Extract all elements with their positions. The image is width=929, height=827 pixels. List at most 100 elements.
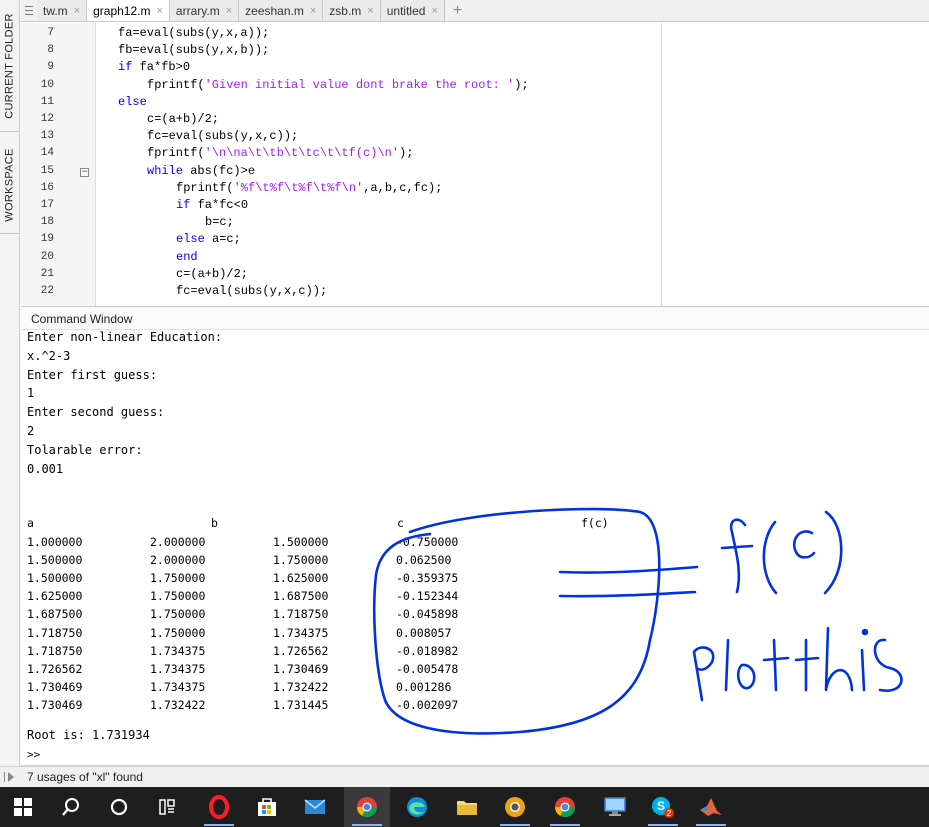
line-number: 13 [40, 130, 54, 143]
table-cell: -0.045898 [396, 607, 459, 622]
tab-menu-icon[interactable] [21, 0, 37, 21]
code-line[interactable]: fprintf('\n\na\t\tb\t\tc\t\tf(c)\n'); [147, 146, 413, 160]
right-margin-line [661, 23, 662, 306]
file-explorer-icon[interactable] [444, 787, 490, 827]
editor-tab-bar: tw.m × graph12.m × arrary.m × zeeshan.m × zsb.m ×… [21, 0, 929, 22]
table-cell: 1.687500 [27, 607, 83, 622]
workspace-label: WORKSPACE [4, 147, 16, 222]
table-cell: -0.005478 [396, 661, 459, 676]
line-number: 22 [40, 285, 54, 297]
line-number-gutter: 7 8 9 10 11 12 13 14 15 16 17 18 19 20 21 22 − [21, 23, 96, 306]
table-cell: 1.726562 [27, 661, 83, 676]
line-number: 17 [40, 199, 54, 211]
tab-label: arrary.m [175, 3, 220, 18]
code-editor[interactable]: 7 8 9 10 11 12 13 14 15 16 17 18 19 20 21 22 − fa=eval(s… [21, 23, 929, 306]
table-cell: -0.359375 [396, 571, 459, 586]
line-number: 19 [40, 233, 54, 246]
tab-label: tw.m [43, 3, 68, 18]
table-cell: 1.625000 [27, 589, 83, 604]
table-cell: -0.018982 [396, 643, 459, 658]
store-icon[interactable] [244, 787, 290, 827]
line-number: 16 [40, 181, 54, 194]
left-sidebar: CURRENT FOLDER WORKSPACE [0, 0, 20, 770]
code-line[interactable]: end [176, 250, 198, 264]
tab-label: zeeshan.m [245, 3, 304, 18]
code-line[interactable]: while abs(fc)>e [147, 164, 255, 178]
command-window-titlebar: Command Window [21, 306, 929, 330]
task-view-icon[interactable] [144, 787, 190, 827]
table-cell: 1.750000 [150, 571, 206, 586]
fold-toggle-icon[interactable]: − [80, 167, 89, 177]
code-line[interactable]: else a=c; [176, 232, 241, 246]
matlab-icon[interactable] [688, 787, 734, 827]
close-tab-icon[interactable]: × [74, 5, 80, 17]
table-cell: 1.750000 [273, 553, 329, 568]
code-line[interactable]: fprintf('%f\t%f\t%f\t%f\n',a,b,c,fc); [176, 181, 442, 195]
svg-text:S: S [657, 799, 665, 813]
expand-triangle-icon[interactable] [8, 772, 14, 782]
cortana-icon[interactable] [96, 787, 142, 827]
table-cell: 1.730469 [27, 679, 83, 694]
table-cell: 1.732422 [273, 679, 329, 694]
code-line[interactable]: fa=eval(subs(y,x,a)); [118, 26, 269, 40]
skype-icon[interactable]: S2 [640, 787, 686, 827]
command-output-line: Enter second guess: [27, 405, 165, 420]
editor-tab[interactable]: tw.m × [37, 0, 88, 21]
chrome-dev-icon[interactable] [492, 787, 538, 827]
code-line[interactable]: if fa*fb>0 [118, 60, 190, 74]
code-line[interactable]: fprintf('Given initial value dont brake … [147, 78, 529, 92]
table-cell: 2.000000 [150, 535, 206, 549]
command-prompt[interactable]: >> [27, 748, 40, 761]
editor-tab[interactable]: graph12.m × [87, 0, 170, 21]
opera-icon[interactable] [196, 787, 242, 827]
editor-tab[interactable]: arrary.m × [169, 0, 240, 21]
code-line[interactable]: c=(a+b)/2; [147, 112, 219, 126]
tab-label: zsb.m [329, 3, 362, 18]
code-line[interactable]: else [118, 95, 147, 109]
close-tab-icon[interactable]: × [226, 5, 232, 17]
windows-taskbar: S2 [0, 787, 929, 827]
svg-text:2: 2 [667, 809, 672, 818]
code-line[interactable]: c=(a+b)/2; [176, 267, 248, 281]
chrome-icon[interactable] [344, 787, 390, 827]
mail-icon[interactable] [292, 787, 338, 827]
editor-tab[interactable]: zeeshan.m × [239, 0, 324, 21]
table-header: f(c) [581, 516, 609, 530]
table-cell: 0.062500 [396, 553, 452, 568]
close-tab-icon[interactable]: × [431, 5, 437, 17]
code-line[interactable]: fb=eval(subs(y,x,b)); [118, 43, 269, 57]
code-line[interactable]: b=c; [205, 215, 234, 229]
remote-desktop-icon[interactable] [592, 787, 638, 827]
command-output-line: 1 [27, 386, 35, 401]
close-tab-icon[interactable]: × [156, 5, 162, 17]
chrome-icon[interactable] [542, 787, 588, 827]
command-window-title: Command Window [31, 312, 133, 326]
root-result: Root is: 1.731934 [27, 728, 150, 742]
current-folder-tab[interactable]: CURRENT FOLDER [0, 0, 20, 132]
code-line[interactable]: fc=eval(subs(y,x,c)); [147, 129, 298, 143]
windows-start-icon[interactable] [0, 787, 46, 827]
command-output-line: Tolarable error: [27, 442, 143, 457]
table-cell: 1.750000 [150, 625, 206, 640]
table-cell: 1.730469 [27, 697, 83, 712]
edge-icon[interactable] [394, 787, 440, 827]
close-tab-icon[interactable]: × [310, 5, 316, 17]
editor-tab[interactable]: untitled × [380, 0, 445, 21]
code-line[interactable]: if fa*fc<0 [176, 198, 248, 212]
new-tab-button[interactable]: + [445, 0, 470, 21]
table-cell: -0.152344 [396, 589, 459, 604]
line-number: 21 [40, 267, 54, 280]
code-line[interactable]: fc=eval(subs(y,x,c)); [176, 284, 327, 298]
table-header: c [397, 516, 404, 530]
table-cell: 1.734375 [273, 625, 329, 640]
close-tab-icon[interactable]: × [367, 5, 373, 17]
search-icon[interactable] [48, 787, 94, 827]
editor-tab[interactable]: zsb.m × [323, 0, 381, 21]
command-window[interactable]: Enter non-linear Education: x.^2-3 Enter f… [21, 330, 929, 765]
table-cell: 1.750000 [150, 607, 206, 622]
workspace-tab[interactable]: WORKSPACE [0, 136, 20, 234]
line-number: 12 [40, 113, 54, 125]
table-cell: 1.734375 [150, 679, 206, 694]
table-cell: 1.687500 [273, 589, 329, 604]
table-cell: -0.750000 [396, 535, 459, 549]
